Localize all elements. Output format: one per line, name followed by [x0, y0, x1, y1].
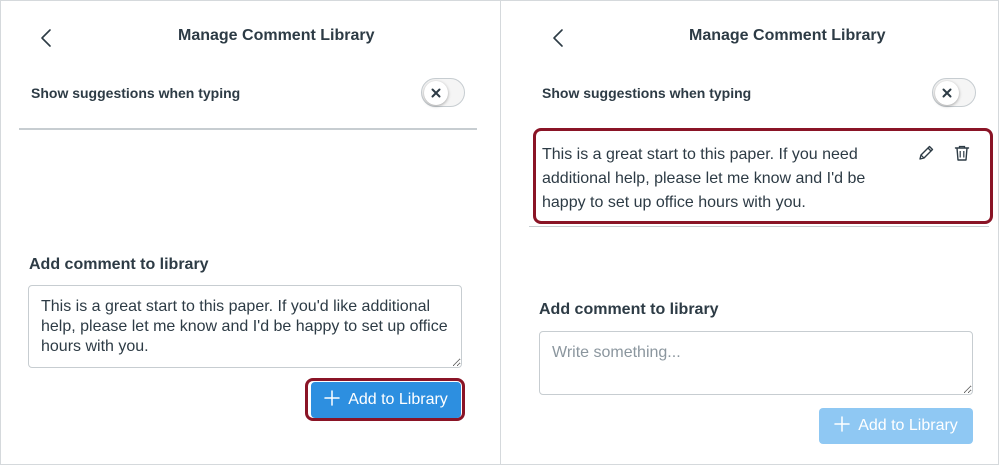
left-pane: Manage Comment Library Show suggestions …: [1, 1, 500, 465]
add-to-library-label: Add to Library: [858, 417, 958, 434]
suggestions-toggle[interactable]: [932, 78, 976, 107]
screenshot: Manage Comment Library Show suggestions …: [0, 0, 999, 465]
plus-icon: [834, 415, 850, 437]
add-comment-heading: Add comment to library: [539, 301, 719, 318]
suggestions-label: Show suggestions when typing: [31, 85, 241, 101]
comment-textarea[interactable]: [539, 331, 973, 395]
chevron-left-icon[interactable]: [36, 27, 56, 49]
comment-divider: [529, 226, 989, 227]
comment-textarea[interactable]: This is a great start to this paper. If …: [28, 285, 462, 368]
x-icon: [935, 81, 959, 105]
add-comment-heading: Add comment to library: [29, 256, 209, 273]
add-to-library-button[interactable]: Add to Library: [311, 382, 461, 418]
plus-icon: [324, 389, 340, 411]
chevron-left-icon[interactable]: [548, 27, 568, 49]
library-comment-text[interactable]: This is a great start to this paper. If …: [542, 143, 872, 215]
add-to-library-button[interactable]: Add to Library: [819, 408, 973, 444]
pencil-icon[interactable]: [916, 143, 936, 163]
x-icon: [424, 81, 448, 105]
suggestions-toggle[interactable]: [421, 78, 465, 107]
right-pane: Manage Comment Library Show suggestions …: [511, 1, 999, 465]
add-to-library-label: Add to Library: [348, 391, 448, 408]
section-divider: [19, 128, 477, 130]
trash-icon[interactable]: [952, 143, 972, 163]
page-title: Manage Comment Library: [178, 27, 375, 44]
pane-divider: [500, 1, 501, 465]
page-title: Manage Comment Library: [689, 27, 886, 44]
suggestions-label: Show suggestions when typing: [542, 85, 752, 101]
